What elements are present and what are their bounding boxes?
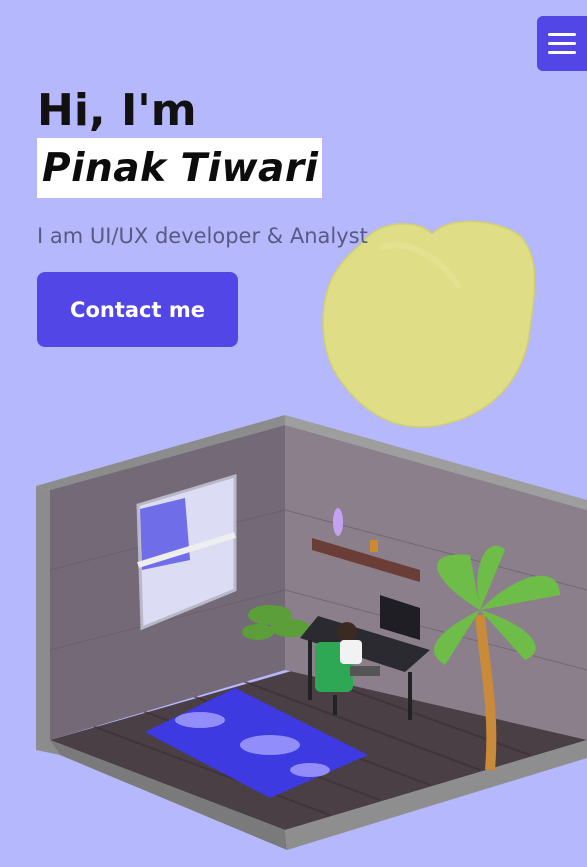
hamburger-menu-icon — [548, 33, 576, 36]
hamburger-menu-icon-bar — [548, 42, 576, 45]
hamburger-menu-button[interactable] — [537, 16, 587, 71]
contact-me-button[interactable]: Contact me — [37, 272, 238, 347]
hero-section: Hi, I'm Pinak Tiwari I am UI/UX develope… — [37, 86, 368, 347]
hero-greeting: Hi, I'm — [37, 85, 197, 136]
name-highlight: Pinak Tiwari — [37, 138, 323, 198]
hero-name: Pinak Tiwari — [42, 146, 319, 191]
hamburger-menu-icon-bar — [548, 51, 576, 54]
isometric-room-illustration — [36, 415, 587, 850]
hero-tagline: I am UI/UX developer & Analyst — [37, 224, 368, 248]
